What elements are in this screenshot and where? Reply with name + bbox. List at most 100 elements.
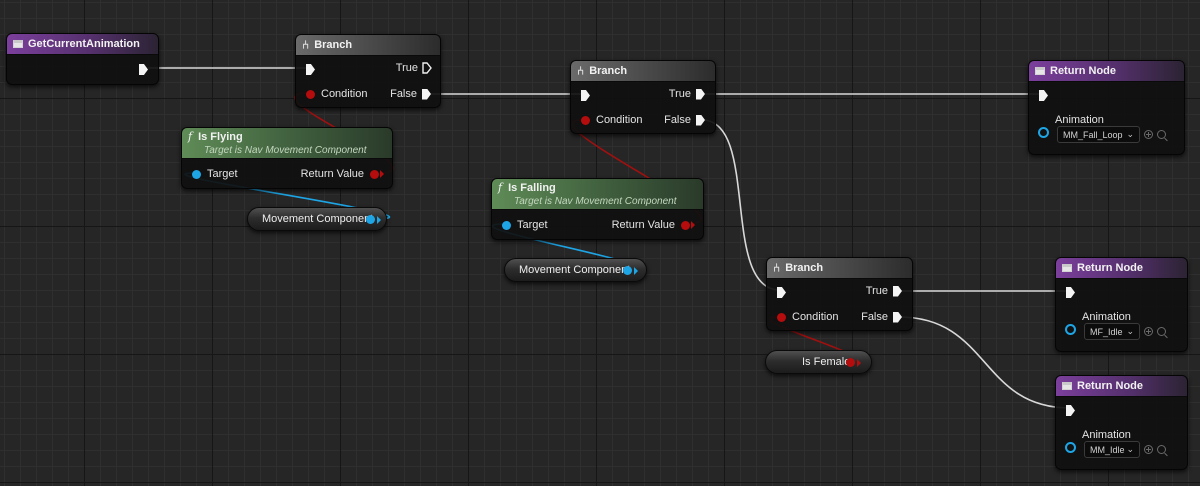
plus-circle-icon[interactable] [1144,445,1153,454]
animation-select[interactable]: MF_Idle ⌄ [1084,323,1140,340]
animation-param: Animation [1082,429,1131,441]
node-header: ⑃ Branch [571,61,715,82]
true-label: True [668,88,691,100]
select-value: MM_Fall_Loop [1063,129,1123,140]
node-header: Return Node [1029,61,1184,82]
param-label: Animation [1082,429,1131,441]
return-node[interactable]: Return Node Animation MM_Fall_Loop ⌄ [1028,60,1185,155]
return-node[interactable]: Return Node Animation MF_Idle ⌄ [1055,257,1188,352]
exec-out-pin[interactable] [422,62,432,74]
exec-wire [898,316,1071,409]
movement-component-getter[interactable]: Movement Component [247,207,387,231]
object-out-pin[interactable] [366,215,375,224]
exec-in-pin[interactable] [1039,90,1048,101]
bool-out-pin[interactable] [370,169,379,179]
exec-in-pin[interactable] [306,64,315,75]
exec-out-pin[interactable] [422,88,431,100]
animation-select[interactable]: MM_Idle ⌄ [1084,441,1140,458]
exec-in-pin[interactable] [581,90,590,101]
target-label: Target [517,219,548,231]
false-label: False [390,88,417,100]
branch-node[interactable]: ⑃ Branch True Condition False [295,34,441,108]
node-header: Return Node [1056,258,1187,279]
exec-out-pin[interactable] [893,311,902,323]
node-subtitle: Target is Nav Movement Component [204,145,367,156]
animation-select[interactable]: MM_Fall_Loop ⌄ [1057,126,1140,143]
node-header: GetCurrentAnimation [7,34,158,55]
condition-input: Condition [777,311,838,323]
bool-in-pin[interactable] [581,115,590,125]
target-input: Target [502,219,548,231]
return-label: Return Value [300,168,364,180]
bool-in-pin[interactable] [777,312,786,322]
search-icon[interactable] [1157,130,1166,139]
select-value: MF_Idle [1090,326,1123,337]
bool-out-pin[interactable] [681,220,690,230]
true-label: True [865,285,888,297]
bool-out-pin[interactable] [846,358,855,367]
return-label: Return Value [611,219,675,231]
animation-param: Animation [1055,114,1104,126]
node-title: Return Node [1077,380,1143,392]
node-header: f Is Falling Target is Nav Movement Comp… [492,179,703,210]
node-header: f Is Flying Target is Nav Movement Compo… [182,128,392,159]
object-in-pin[interactable] [192,169,201,179]
search-icon[interactable] [1157,445,1166,454]
node-title: GetCurrentAnimation [28,38,140,50]
false-output: False [861,311,902,323]
exec-in-pin[interactable] [1066,287,1075,298]
exec-out-pin[interactable] [696,114,705,126]
animation-param: Animation [1082,311,1131,323]
bool-in-pin[interactable] [306,89,315,99]
chevron-down-icon: ⌄ [1126,326,1134,336]
exec-in-pin[interactable] [1066,405,1075,416]
node-title: Return Node [1077,262,1143,274]
function-entry-node[interactable]: GetCurrentAnimation [6,33,159,85]
pin-arrow [377,216,381,224]
return-output: Return Value [612,219,695,231]
pin-arrow [857,359,861,367]
node-title: Return Node [1050,65,1116,77]
chevron-down-icon: ⌄ [1126,444,1134,454]
select-value: MM_Idle [1090,444,1125,455]
pin-arrow [634,267,638,275]
function-icon [1062,382,1072,390]
function-icon: f [498,181,503,194]
is-female-getter[interactable]: Is Female [765,350,872,374]
node-title: Branch [785,262,824,274]
true-output: True [866,285,902,297]
function-icon [1035,67,1045,75]
node-title: Is Falling [508,181,556,194]
object-in-pin[interactable] [502,220,511,230]
branch-icon: ⑃ [302,38,310,52]
condition-input: Condition [306,88,367,100]
variable-label: Movement Component [519,264,631,276]
movement-component-getter[interactable]: Movement Component [504,258,647,282]
function-icon [1062,264,1072,272]
branch-node[interactable]: ⑃ Branch True Condition False [570,60,716,134]
object-in-pin[interactable] [1065,442,1076,453]
object-in-pin[interactable] [1038,127,1049,138]
search-icon[interactable] [1157,327,1166,336]
plus-circle-icon[interactable] [1144,327,1153,336]
pin-arrow [691,221,695,229]
object-out-pin[interactable] [623,266,632,275]
is-flying-node[interactable]: f Is Flying Target is Nav Movement Compo… [181,127,393,189]
node-subtitle: Target is Nav Movement Component [514,196,677,207]
object-in-pin[interactable] [1065,324,1076,335]
target-input: Target [192,168,238,180]
exec-out-pin[interactable] [139,64,148,75]
false-label: False [664,114,691,126]
branch-node[interactable]: ⑃ Branch True Condition False [766,257,913,331]
false-output: False [664,114,705,126]
function-icon [13,40,23,48]
exec-out-pin[interactable] [696,88,705,100]
return-node[interactable]: Return Node Animation MM_Idle ⌄ [1055,375,1188,470]
true-output: True [669,88,705,100]
plus-circle-icon[interactable] [1144,130,1153,139]
node-header: ⑃ Branch [767,258,912,279]
exec-out-pin[interactable] [893,285,902,297]
is-falling-node[interactable]: f Is Falling Target is Nav Movement Comp… [491,178,704,240]
exec-in-pin[interactable] [777,287,786,298]
target-label: Target [207,168,238,180]
